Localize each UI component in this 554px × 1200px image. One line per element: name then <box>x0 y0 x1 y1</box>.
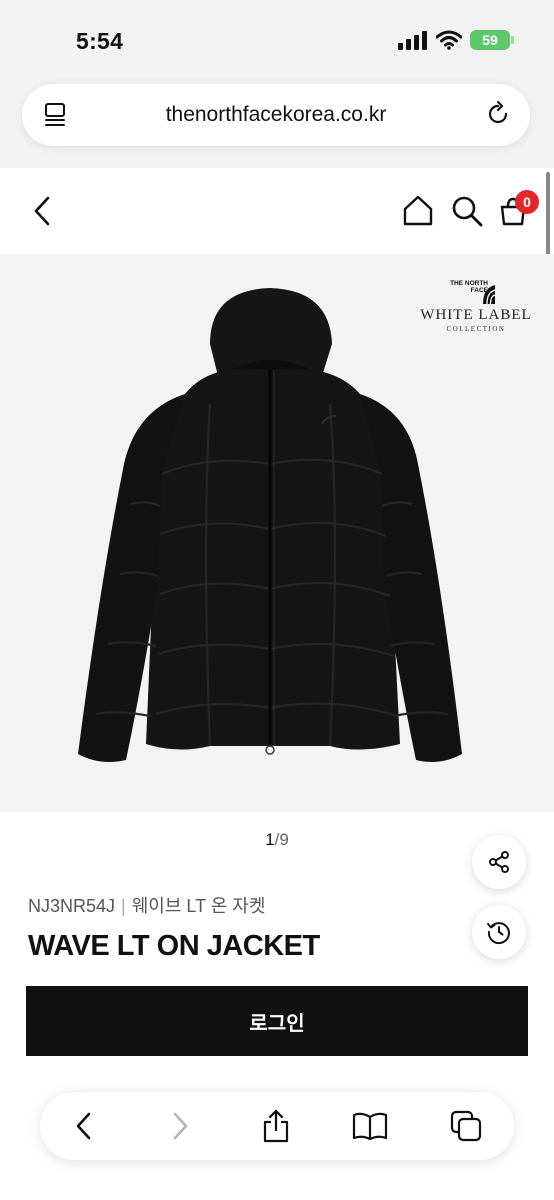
browser-toolbar <box>40 1092 514 1160</box>
product-code: NJ3NR54J <box>28 896 116 916</box>
battery-level: 59 <box>482 32 498 48</box>
cart-count-badge[interactable]: 0 <box>515 190 539 214</box>
tabs-icon <box>450 1110 482 1142</box>
product-korean-name: 웨이브 LT 온 자켓 <box>131 896 266 916</box>
product-code-line: NJ3NR54J | 웨이브 LT 온 자켓 <box>28 892 265 918</box>
signal-icon <box>398 31 427 50</box>
browser-back-button[interactable] <box>66 1108 102 1144</box>
home-icon[interactable] <box>402 194 434 226</box>
recently-viewed-button[interactable] <box>472 905 526 959</box>
chevron-left-icon <box>76 1112 91 1140</box>
url-text[interactable]: thenorthfacekorea.co.kr <box>22 103 530 127</box>
browser-bookmarks-button[interactable] <box>352 1108 388 1144</box>
pager-current: 1 <box>265 830 275 849</box>
jacket-image <box>78 288 462 762</box>
browser-tabs-button[interactable] <box>448 1108 484 1144</box>
share-sheet-icon <box>263 1109 289 1143</box>
web-page: 0 THE NORTH FACE WHITE LABEL COLLECTION <box>0 168 554 1200</box>
status-time: 5:54 <box>76 28 124 54</box>
wifi-icon <box>436 30 462 50</box>
pager-total: 9 <box>279 830 289 849</box>
product-code-divider: | <box>121 896 126 916</box>
product-name: WAVE LT ON JACKET <box>28 930 320 962</box>
login-button[interactable]: 로그인 <box>26 986 528 1056</box>
browser-forward-button[interactable] <box>162 1108 198 1144</box>
back-arrow-icon[interactable] <box>28 194 56 228</box>
history-icon <box>487 922 510 945</box>
battery-indicator: 59 <box>470 30 514 50</box>
address-bar[interactable]: thenorthfacekorea.co.kr <box>22 84 530 146</box>
status-bar: 5:54 59 <box>0 0 554 78</box>
product-image-gallery[interactable]: THE NORTH FACE WHITE LABEL COLLECTION <box>0 254 554 812</box>
site-header: 0 <box>0 168 554 264</box>
browser-address-area: thenorthfacekorea.co.kr <box>0 78 554 168</box>
search-icon[interactable] <box>450 194 484 228</box>
book-icon <box>352 1112 388 1141</box>
scrollbar[interactable] <box>546 172 550 264</box>
chevron-right-icon <box>173 1112 188 1140</box>
gallery-pager: 1/9 <box>0 830 554 850</box>
share-icon <box>489 851 509 873</box>
status-icons: 59 <box>398 30 514 50</box>
reload-icon[interactable] <box>484 100 512 128</box>
share-button[interactable] <box>472 835 526 889</box>
browser-share-button[interactable] <box>258 1108 294 1144</box>
